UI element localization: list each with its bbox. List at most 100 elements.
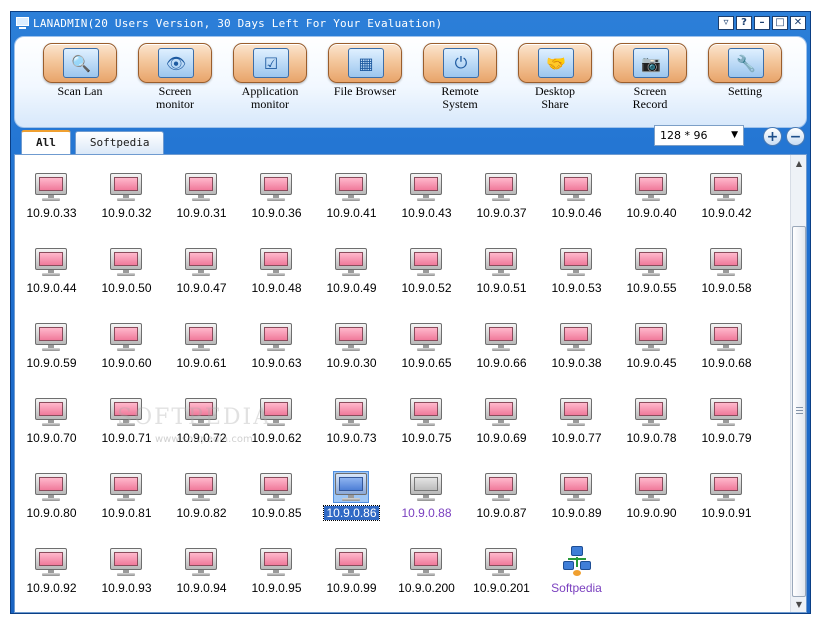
host-item[interactable]: 10.9.0.42 bbox=[689, 161, 764, 231]
host-item[interactable]: 10.9.0.201 bbox=[464, 536, 539, 606]
host-item[interactable]: 10.9.0.82 bbox=[164, 461, 239, 531]
vertical-scrollbar[interactable]: ▲ ▼ bbox=[790, 155, 806, 612]
host-item[interactable]: 10.9.0.200 bbox=[389, 536, 464, 606]
thumbnail-size-select[interactable]: 128 * 96 ▼ bbox=[654, 125, 744, 146]
host-item[interactable]: 10.9.0.89 bbox=[539, 461, 614, 531]
scan-lan-button[interactable]: 🔍 Scan Lan bbox=[33, 43, 127, 123]
host-item[interactable]: 10.9.0.95 bbox=[239, 536, 314, 606]
tab-all[interactable]: All bbox=[21, 130, 71, 154]
scroll-down-arrow[interactable]: ▼ bbox=[792, 596, 806, 612]
host-item[interactable]: 10.9.0.59 bbox=[15, 311, 89, 381]
host-item[interactable]: 10.9.0.30 bbox=[314, 311, 389, 381]
host-item[interactable]: 10.9.0.65 bbox=[389, 311, 464, 381]
help-button[interactable]: ? bbox=[736, 16, 752, 30]
host-item[interactable]: 10.9.0.55 bbox=[614, 236, 689, 306]
host-item[interactable]: 10.9.0.61 bbox=[164, 311, 239, 381]
zoom-out-button[interactable]: − bbox=[786, 127, 805, 146]
host-item[interactable]: 10.9.0.85 bbox=[239, 461, 314, 531]
desktop-share-button[interactable]: 🤝 Desktop Share bbox=[508, 43, 602, 123]
host-item[interactable]: 10.9.0.87 bbox=[464, 461, 539, 531]
host-item[interactable]: 10.9.0.31 bbox=[164, 161, 239, 231]
computer-monitor-icon bbox=[560, 248, 592, 276]
group-tabs: All Softpedia bbox=[21, 130, 168, 154]
minimize-button[interactable]: – bbox=[754, 16, 770, 30]
title-bar[interactable]: LANADMIN(20 Users Version, 30 Days Left … bbox=[11, 12, 810, 34]
host-item[interactable]: 10.9.0.37 bbox=[464, 161, 539, 231]
host-item[interactable]: 10.9.0.51 bbox=[464, 236, 539, 306]
host-label: 10.9.0.95 bbox=[251, 581, 302, 595]
host-item[interactable]: 10.9.0.99 bbox=[314, 536, 389, 606]
host-item[interactable]: 10.9.0.32 bbox=[89, 161, 164, 231]
host-item[interactable]: 10.9.0.45 bbox=[614, 311, 689, 381]
host-item[interactable]: 10.9.0.79 bbox=[689, 386, 764, 456]
application-monitor-button[interactable]: ☑ Application monitor bbox=[223, 43, 317, 123]
host-item[interactable]: 10.9.0.94 bbox=[164, 536, 239, 606]
screen-record-button-face[interactable]: 📷 bbox=[613, 43, 687, 83]
scrollbar-thumb[interactable] bbox=[792, 226, 806, 597]
host-item[interactable]: 10.9.0.48 bbox=[239, 236, 314, 306]
tab-softpedia[interactable]: Softpedia bbox=[74, 131, 165, 154]
host-item[interactable]: 10.9.0.88 bbox=[389, 461, 464, 531]
group-item[interactable]: Softpedia bbox=[539, 536, 614, 606]
host-item[interactable]: 10.9.0.60 bbox=[89, 311, 164, 381]
file-browser-button[interactable]: ▦ File Browser bbox=[318, 43, 412, 123]
host-item[interactable]: 10.9.0.52 bbox=[389, 236, 464, 306]
remote-system-button[interactable]: ⏻ Remote System bbox=[413, 43, 507, 123]
host-item[interactable]: 10.9.0.69 bbox=[464, 386, 539, 456]
host-item[interactable]: 10.9.0.58 bbox=[689, 236, 764, 306]
host-item[interactable]: 10.9.0.77 bbox=[539, 386, 614, 456]
computer-monitor-icon bbox=[335, 173, 367, 201]
host-label: 10.9.0.70 bbox=[26, 431, 77, 445]
host-item[interactable]: 10.9.0.63 bbox=[239, 311, 314, 381]
computer-monitor-icon bbox=[35, 398, 67, 426]
host-item[interactable]: 10.9.0.38 bbox=[539, 311, 614, 381]
host-item[interactable]: 10.9.0.47 bbox=[164, 236, 239, 306]
host-item[interactable]: 10.9.0.33 bbox=[15, 161, 89, 231]
computer-monitor-icon bbox=[35, 473, 67, 501]
host-item[interactable]: 10.9.0.81 bbox=[89, 461, 164, 531]
host-item[interactable]: 10.9.0.40 bbox=[614, 161, 689, 231]
host-item[interactable]: 10.9.0.91 bbox=[689, 461, 764, 531]
menu-dropdown-button[interactable]: ▿ bbox=[718, 16, 734, 30]
host-item[interactable]: 10.9.0.66 bbox=[464, 311, 539, 381]
setting-button-face[interactable]: 🔧 bbox=[708, 43, 782, 83]
host-item[interactable]: 10.9.0.70 bbox=[15, 386, 89, 456]
host-item[interactable]: 10.9.0.75 bbox=[389, 386, 464, 456]
host-item[interactable]: 10.9.0.49 bbox=[314, 236, 389, 306]
host-item[interactable]: 10.9.0.53 bbox=[539, 236, 614, 306]
host-item[interactable]: 10.9.0.46 bbox=[539, 161, 614, 231]
scan-lan-label: Scan Lan bbox=[57, 84, 103, 98]
app-monitor-icon bbox=[15, 16, 30, 30]
host-item[interactable]: 10.9.0.93 bbox=[89, 536, 164, 606]
desktop-share-button-face[interactable]: 🤝 bbox=[518, 43, 592, 83]
application-monitor-button-face[interactable]: ☑ bbox=[233, 43, 307, 83]
remote-system-button-face[interactable]: ⏻ bbox=[423, 43, 497, 83]
host-item[interactable]: 10.9.0.41 bbox=[314, 161, 389, 231]
scroll-up-arrow[interactable]: ▲ bbox=[792, 155, 806, 171]
host-item[interactable]: 10.9.0.90 bbox=[614, 461, 689, 531]
screen-record-button[interactable]: 📷 Screen Record bbox=[603, 43, 697, 123]
screen-monitor-button-face[interactable]: 👁 bbox=[138, 43, 212, 83]
zoom-in-button[interactable]: + bbox=[763, 127, 782, 146]
host-item[interactable]: 10.9.0.50 bbox=[89, 236, 164, 306]
host-item[interactable]: 10.9.0.68 bbox=[689, 311, 764, 381]
maximize-button[interactable]: □ bbox=[772, 16, 788, 30]
close-button[interactable]: ✕ bbox=[790, 16, 806, 30]
host-label: 10.9.0.46 bbox=[551, 206, 602, 220]
host-item[interactable]: 10.9.0.44 bbox=[15, 236, 89, 306]
host-item[interactable]: 10.9.0.78 bbox=[614, 386, 689, 456]
watermark-text: SOFTPEDIA bbox=[117, 405, 272, 430]
host-item[interactable]: 10.9.0.43 bbox=[389, 161, 464, 231]
host-item[interactable]: 10.9.0.92 bbox=[15, 536, 89, 606]
host-item[interactable]: 10.9.0.36 bbox=[239, 161, 314, 231]
file-browser-button-face[interactable]: ▦ bbox=[328, 43, 402, 83]
host-item[interactable]: 10.9.0.80 bbox=[15, 461, 89, 531]
network-group-icon bbox=[563, 546, 591, 576]
host-item-selected[interactable]: 10.9.0.86 bbox=[314, 461, 389, 531]
host-label: 10.9.0.200 bbox=[398, 581, 455, 595]
setting-button[interactable]: 🔧 Setting bbox=[698, 43, 792, 123]
host-label: 10.9.0.68 bbox=[701, 356, 752, 370]
host-item[interactable]: 10.9.0.73 bbox=[314, 386, 389, 456]
scan-lan-button-face[interactable]: 🔍 bbox=[43, 43, 117, 83]
screen-monitor-button[interactable]: 👁 Screen monitor bbox=[128, 43, 222, 123]
